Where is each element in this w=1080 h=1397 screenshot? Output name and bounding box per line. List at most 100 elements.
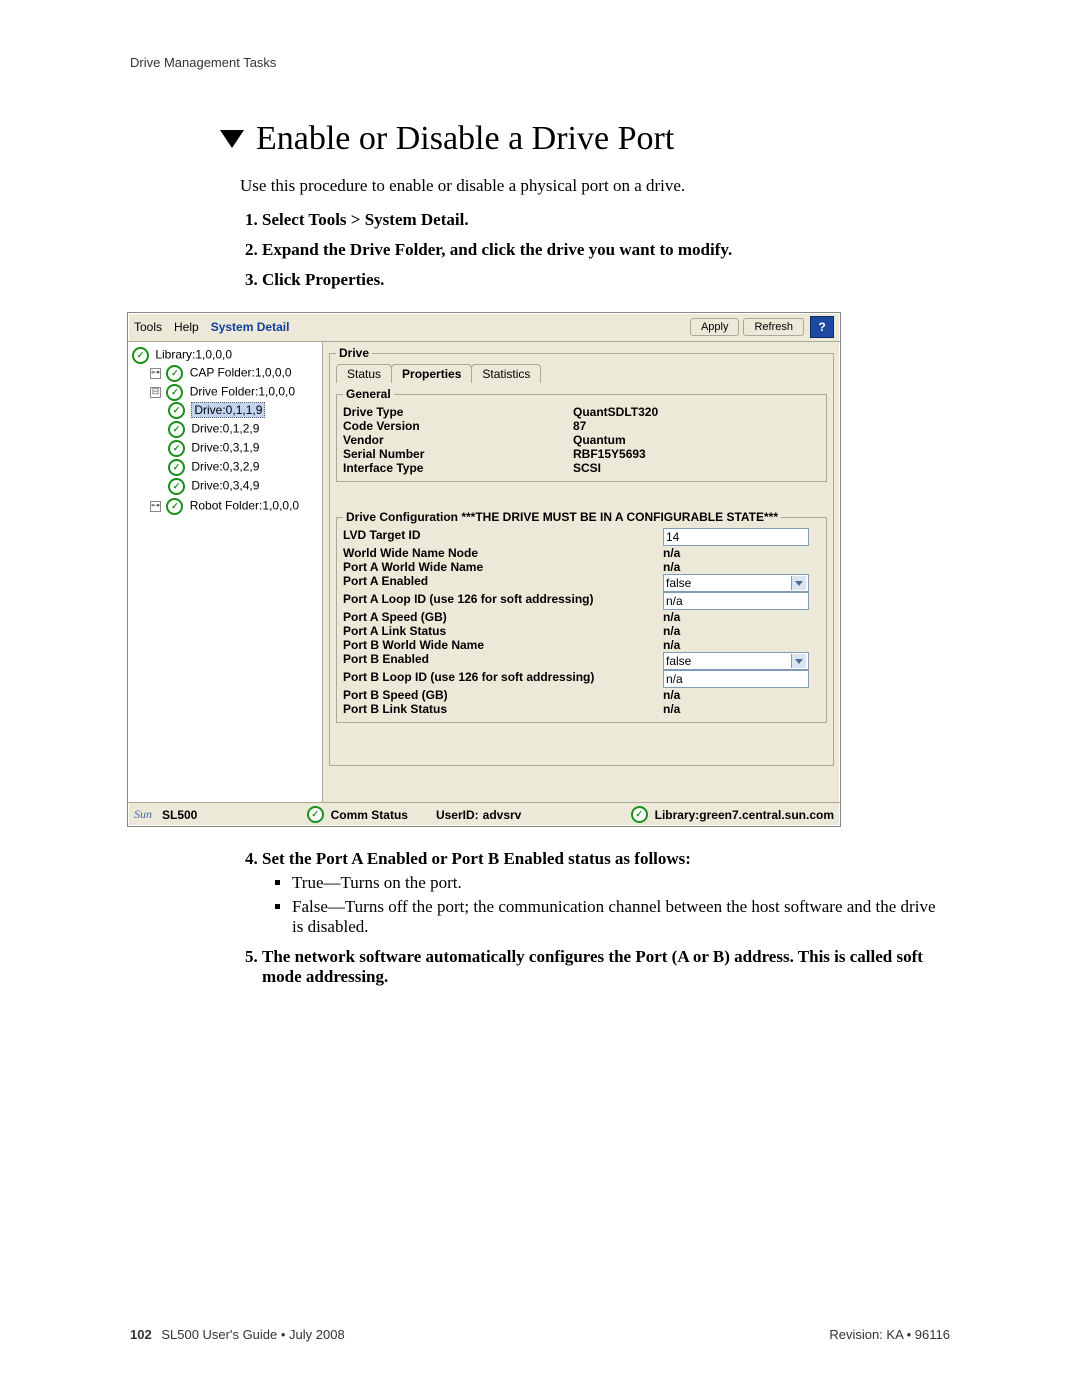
input-lvd[interactable]: 14 — [663, 528, 809, 546]
comm-label: Comm Status — [331, 808, 408, 822]
tree-panel: ✓ Library:1,0,0,0 ⊶ ✓ CAP Folder:1,0,0,0… — [128, 342, 323, 802]
revision: Revision: KA • 96116 — [829, 1327, 950, 1342]
tab-statistics[interactable]: Statistics — [471, 364, 541, 383]
value-drive-type: QuantSDLT320 — [573, 405, 658, 419]
product-name: SL500 — [162, 808, 197, 822]
label-lvd: LVD Target ID — [343, 528, 663, 546]
label-port-b-wwn: Port B World Wide Name — [343, 638, 663, 652]
value-serial: RBF15Y5693 — [573, 447, 646, 461]
check-icon: ✓ — [168, 402, 185, 419]
check-icon: ✓ — [166, 365, 183, 382]
page-number: 102 — [130, 1327, 152, 1342]
check-icon: ✓ — [631, 806, 648, 823]
apply-button[interactable]: Apply — [690, 318, 740, 336]
value-wwn-node: n/a — [663, 546, 680, 560]
userid-label: UserID: — [436, 808, 479, 822]
label-port-b-link: Port B Link Status — [343, 702, 663, 716]
value-port-a-enabled: false — [666, 576, 691, 590]
input-port-b-loop[interactable]: n/a — [663, 670, 809, 688]
label-serial: Serial Number — [343, 447, 573, 461]
tree-label: Drive Folder:1,0,0,0 — [190, 385, 295, 399]
tree-drive-0-1-1-9[interactable]: ✓ Drive:0,1,1,9 — [168, 401, 322, 420]
page-footer: 102 SL500 User's Guide • July 2008 Revis… — [130, 1327, 950, 1342]
help-icon[interactable]: ? — [810, 316, 834, 338]
check-icon: ✓ — [166, 498, 183, 515]
step-5: The network software automatically confi… — [262, 947, 950, 987]
step-4a: True—Turns on the port. — [292, 873, 950, 893]
tree-label: Robot Folder:1,0,0,0 — [190, 499, 299, 513]
tab-status[interactable]: Status — [336, 364, 392, 383]
value-port-a-speed: n/a — [663, 610, 680, 624]
tree-label: Drive:0,3,4,9 — [191, 479, 259, 493]
menu-help[interactable]: Help — [174, 320, 199, 334]
step-2: Expand the Drive Folder, and click the d… — [262, 240, 950, 260]
label-port-a-link: Port A Link Status — [343, 624, 663, 638]
value-port-a-link: n/a — [663, 624, 680, 638]
general-fieldset: General Drive TypeQuantSDLT320 Code Vers… — [336, 387, 827, 482]
book-title: SL500 User's Guide • July 2008 — [161, 1327, 344, 1342]
config-fieldset: Drive Configuration ***THE DRIVE MUST BE… — [336, 510, 827, 723]
label-wwn-node: World Wide Name Node — [343, 546, 663, 560]
drive-fieldset: Drive Status Properties Statistics Gener… — [329, 346, 834, 766]
input-port-a-loop[interactable]: n/a — [663, 592, 809, 610]
check-icon: ✓ — [132, 347, 149, 364]
value-vendor: Quantum — [573, 433, 626, 447]
value-port-b-link: n/a — [663, 702, 680, 716]
value-code-version: 87 — [573, 419, 586, 433]
userid-value: advsrv — [483, 808, 522, 822]
tree-drive-0-1-2-9[interactable]: ✓ Drive:0,1,2,9 — [168, 420, 322, 439]
app-window: Tools Help System Detail Apply Refresh ?… — [127, 312, 841, 827]
value-port-b-speed: n/a — [663, 688, 680, 702]
tree-label-selected: Drive:0,1,1,9 — [191, 402, 265, 418]
tree-library[interactable]: ✓ Library:1,0,0,0 ⊶ ✓ CAP Folder:1,0,0,0… — [132, 346, 322, 517]
tree-label: Drive:0,3,2,9 — [191, 460, 259, 474]
label-port-a-loop: Port A Loop ID (use 126 for soft address… — [343, 592, 663, 610]
label-port-a-speed: Port A Speed (GB) — [343, 610, 663, 624]
userid: UserID: advsrv — [436, 808, 521, 822]
library-status: ✓ Library:green7.central.sun.com — [631, 806, 834, 823]
value-port-b-loop: n/a — [666, 672, 683, 686]
refresh-button[interactable]: Refresh — [743, 318, 804, 336]
collapse-icon[interactable]: ⊶ — [150, 368, 161, 379]
value-port-b-wwn: n/a — [663, 638, 680, 652]
step-4-text: Set the Port A Enabled or Port B Enabled… — [262, 849, 691, 868]
select-port-a-enabled[interactable]: false — [663, 574, 809, 592]
chevron-down-icon — [791, 654, 806, 668]
label-port-b-speed: Port B Speed (GB) — [343, 688, 663, 702]
drive-legend: Drive — [336, 346, 372, 360]
check-icon: ✓ — [168, 440, 185, 457]
tree-label: CAP Folder:1,0,0,0 — [190, 366, 292, 380]
label-drive-type: Drive Type — [343, 405, 573, 419]
tree-drive-0-3-4-9[interactable]: ✓ Drive:0,3,4,9 — [168, 477, 322, 496]
menu-system-detail[interactable]: System Detail — [211, 320, 290, 334]
value-port-b-enabled: false — [666, 654, 691, 668]
tree-cap-folder[interactable]: ⊶ ✓ CAP Folder:1,0,0,0 — [150, 364, 322, 383]
chevron-down-icon — [791, 576, 806, 590]
step-4b: False—Turns off the port; the communicat… — [292, 897, 950, 937]
select-port-b-enabled[interactable]: false — [663, 652, 809, 670]
label-port-b-loop: Port B Loop ID (use 126 for soft address… — [343, 670, 663, 688]
tree-label: Library:1,0,0,0 — [155, 348, 232, 362]
general-legend: General — [343, 387, 394, 401]
tree-drive-folder[interactable]: ⊟ ✓ Drive Folder:1,0,0,0 ✓ Drive:0,1,1,9 — [150, 383, 322, 497]
step-3: Click Properties. — [262, 270, 950, 290]
config-legend: Drive Configuration ***THE DRIVE MUST BE… — [343, 510, 781, 524]
tree-label: Drive:0,1,2,9 — [191, 422, 259, 436]
label-port-b-enabled: Port B Enabled — [343, 652, 663, 670]
expand-icon[interactable]: ⊟ — [150, 387, 161, 398]
step-4: Set the Port A Enabled or Port B Enabled… — [262, 849, 950, 937]
collapse-icon[interactable]: ⊶ — [150, 501, 161, 512]
value-lvd: 14 — [666, 530, 679, 544]
value-interface: SCSI — [573, 461, 601, 475]
triangle-down-icon — [220, 130, 244, 148]
label-interface: Interface Type — [343, 461, 573, 475]
check-icon: ✓ — [168, 478, 185, 495]
intro-text: Use this procedure to enable or disable … — [240, 176, 950, 196]
value-port-a-loop: n/a — [666, 594, 683, 608]
menu-tools[interactable]: Tools — [134, 320, 162, 334]
tab-properties[interactable]: Properties — [391, 364, 472, 383]
tree-drive-0-3-1-9[interactable]: ✓ Drive:0,3,1,9 — [168, 439, 322, 458]
tree-drive-0-3-2-9[interactable]: ✓ Drive:0,3,2,9 — [168, 458, 322, 477]
tree-robot-folder[interactable]: ⊶ ✓ Robot Folder:1,0,0,0 — [150, 497, 322, 516]
library-label: Library:green7.central.sun.com — [655, 808, 834, 822]
